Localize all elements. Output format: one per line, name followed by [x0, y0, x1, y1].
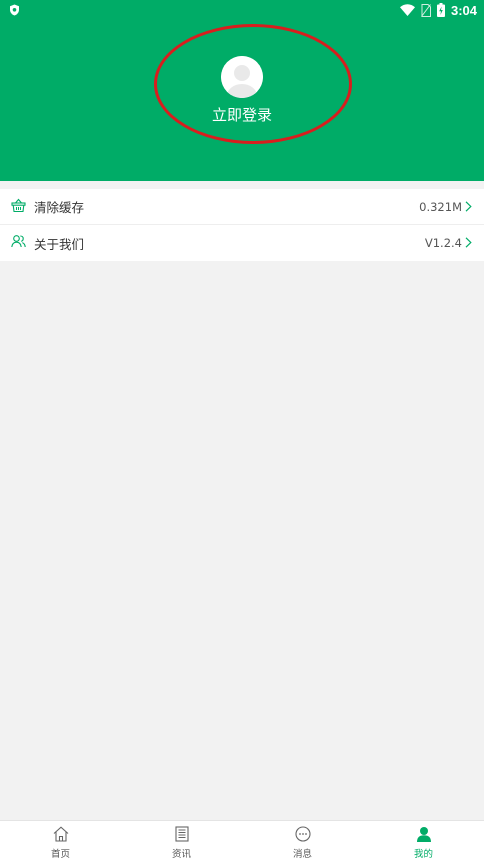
- status-bar: 3:04: [0, 0, 484, 20]
- version-value: V1.2.4: [424, 236, 462, 250]
- tab-home[interactable]: 首页: [0, 821, 121, 862]
- tab-mine[interactable]: 我的: [363, 821, 484, 862]
- tab-messages-label: 消息: [292, 849, 312, 860]
- tab-home-label: 首页: [50, 849, 70, 860]
- clear-cache-label: 清除缓存: [34, 200, 85, 215]
- chat-icon: [294, 826, 311, 842]
- tab-mine-label: 我的: [413, 849, 433, 860]
- home-icon: [53, 826, 68, 842]
- bottom-tab-bar: 首页 资讯 消息 我的: [0, 820, 484, 862]
- login-button[interactable]: 立即登录: [0, 105, 484, 125]
- user-avatar-icon[interactable]: [221, 56, 263, 98]
- about-us-row[interactable]: 关于我们 V1.2.4: [0, 225, 484, 261]
- person-icon: [416, 827, 431, 842]
- settings-list: 清除缓存 0.321M 关于我们 V1.2.4: [0, 189, 484, 261]
- battery-charging-icon: [436, 3, 445, 17]
- basket-icon: [11, 198, 26, 213]
- news-icon: [174, 826, 189, 842]
- shield-icon: [10, 4, 19, 16]
- chevron-right-icon: [465, 201, 472, 212]
- profile-header: 3:04 立即登录: [0, 0, 484, 181]
- tab-news[interactable]: 资讯: [121, 821, 242, 862]
- tab-news-label: 资讯: [171, 849, 191, 860]
- status-time: 3:04: [450, 2, 477, 18]
- users-icon: [11, 235, 26, 248]
- wifi-icon: [399, 4, 415, 16]
- clear-cache-row[interactable]: 清除缓存 0.321M: [0, 189, 484, 225]
- about-us-label: 关于我们: [34, 236, 85, 252]
- chevron-right-icon: [465, 237, 472, 248]
- cache-size-value: 0.321M: [419, 199, 462, 214]
- no-sim-icon: [421, 3, 431, 17]
- tab-messages[interactable]: 消息: [242, 821, 363, 862]
